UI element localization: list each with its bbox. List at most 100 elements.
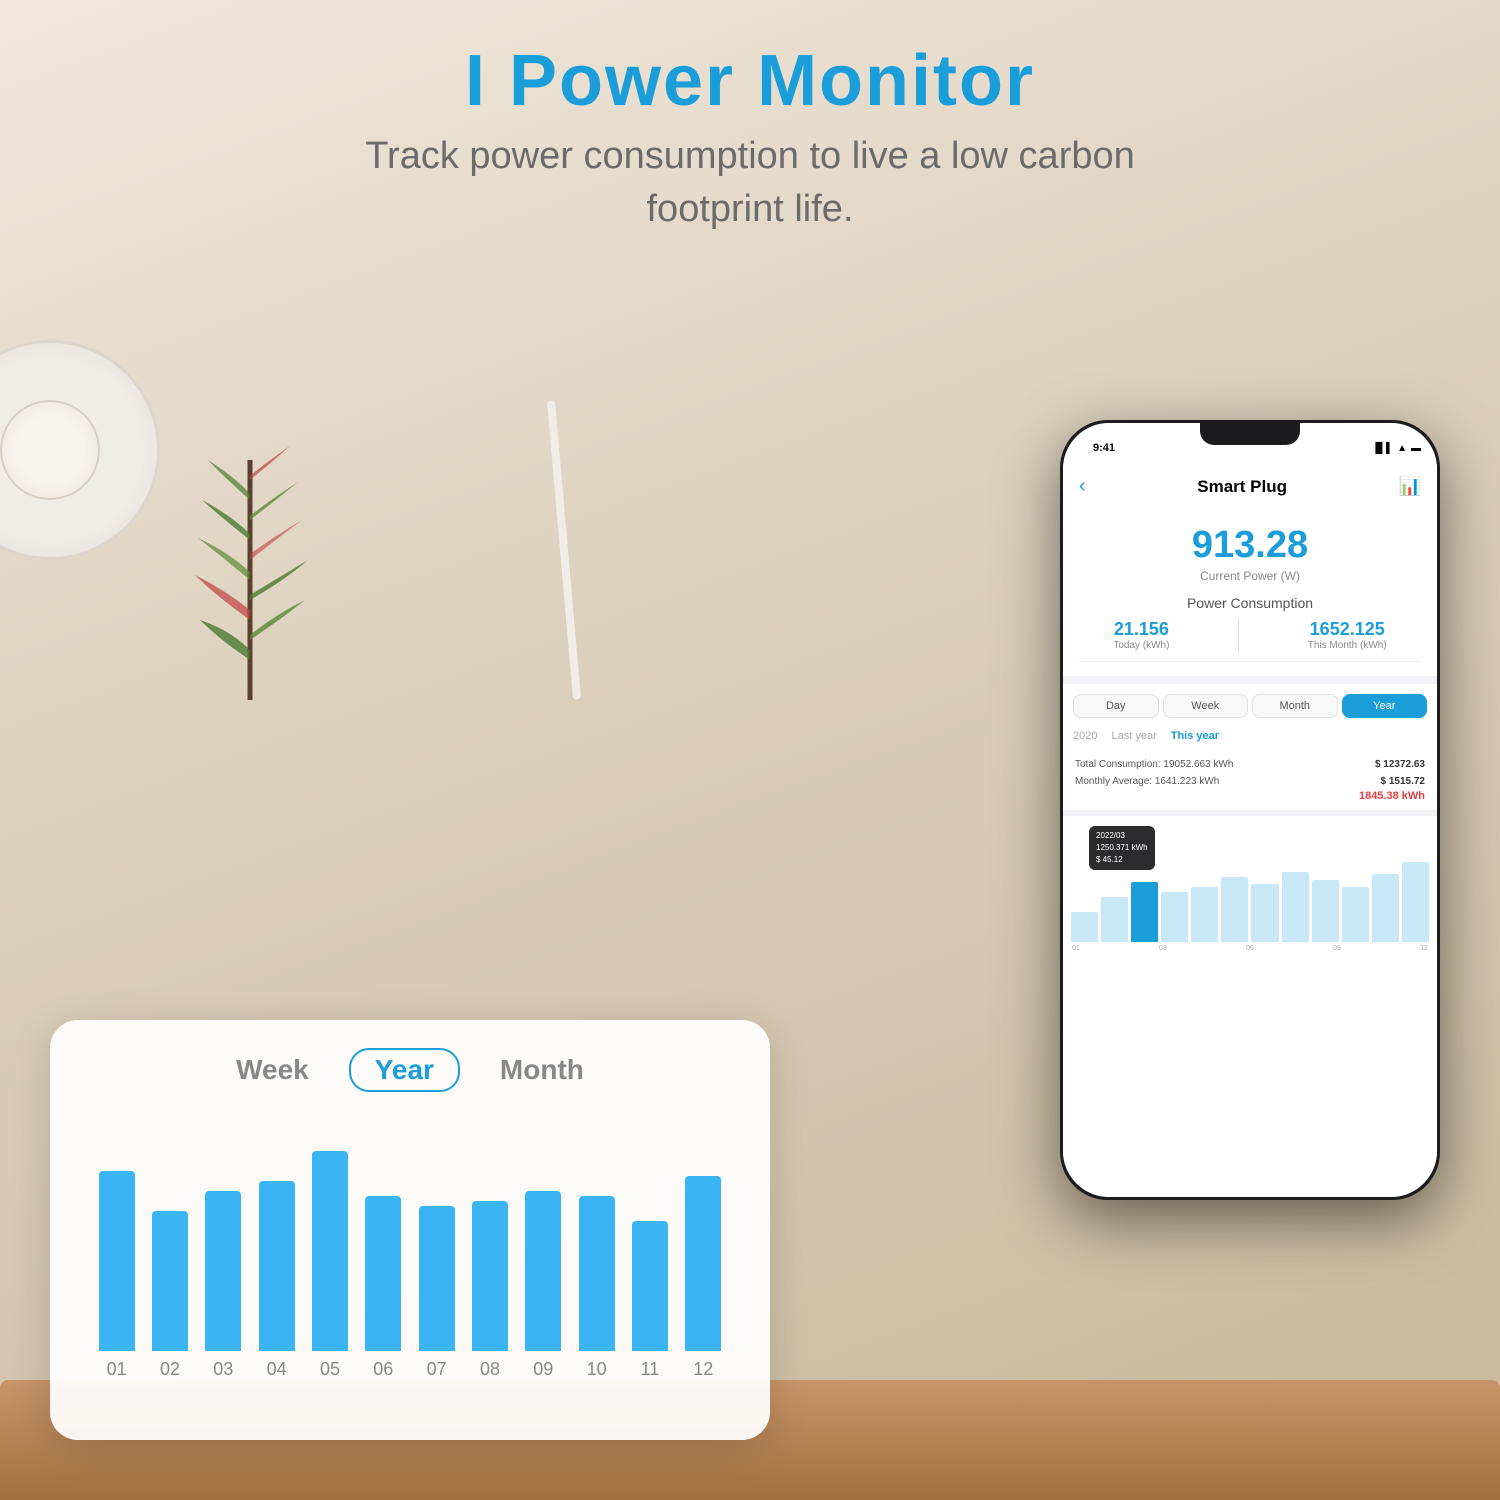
current-power-label: Current Power (W)	[1079, 569, 1421, 583]
bar-08	[472, 1201, 508, 1351]
bar-label: 02	[160, 1359, 180, 1380]
phone-mockup: 9:41 ▐▌▌ ▲ ▬ ‹ Smart Plug 📊 913.28 Curre…	[1060, 420, 1440, 1200]
bar-column: 06	[357, 1196, 410, 1380]
consumption-row: 21.156 Today (kWh) 1652.125 This Month (…	[1079, 619, 1421, 662]
month-label: This Month (kWh)	[1308, 640, 1387, 651]
total-consumption-row: Total Consumption: 19052.663 kWh $ 12372…	[1075, 756, 1425, 773]
year-2020[interactable]: 2020	[1073, 730, 1097, 742]
phone-body: 9:41 ▐▌▌ ▲ ▬ ‹ Smart Plug 📊 913.28 Curre…	[1060, 420, 1440, 1200]
chart-tab-week[interactable]: Week	[236, 1054, 309, 1086]
bar-label: 11	[641, 1359, 660, 1380]
year-this[interactable]: This year	[1171, 730, 1219, 742]
mini-bar-3	[1161, 892, 1188, 942]
year-last[interactable]: Last year	[1111, 730, 1156, 742]
chart-card: Week Year Month 01 02 03 04 05 06 07 08 09 10 11 12	[50, 1020, 770, 1440]
chart-tooltip: 2022/03 1250.371 kWh $ 45.12	[1089, 826, 1155, 870]
header-section: I Power Monitor Track power consumption …	[0, 40, 1500, 236]
bar-07	[419, 1206, 455, 1351]
current-power-value: 913.28	[1079, 524, 1421, 567]
page-title: I Power Monitor	[0, 40, 1500, 122]
today-consumption: 21.156 Today (kWh)	[1113, 619, 1169, 651]
bar-06	[365, 1196, 401, 1351]
bar-04	[259, 1181, 295, 1351]
time-tabs: Day Week Month Year	[1063, 684, 1437, 724]
mini-bars	[1071, 862, 1429, 942]
year-nav: 2020 Last year This year	[1063, 724, 1437, 748]
mini-bar-9	[1342, 887, 1369, 942]
total-value: $ 12372.63	[1375, 759, 1425, 770]
bar-03	[205, 1191, 241, 1351]
mini-bar-7	[1282, 872, 1309, 942]
phone-screen: 9:41 ▐▌▌ ▲ ▬ ‹ Smart Plug 📊 913.28 Curre…	[1063, 423, 1437, 1197]
bar-column: 12	[677, 1176, 730, 1380]
page-subtitle: Track power consumption to live a low ca…	[0, 130, 1500, 236]
status-time: 9:41	[1093, 442, 1115, 454]
mini-bar-4	[1191, 887, 1218, 942]
month-consumption: 1652.125 This Month (kWh)	[1308, 619, 1387, 651]
total-label: Total Consumption: 19052.663 kWh	[1075, 759, 1233, 770]
mini-bar-labels: 01 03 06 09 12	[1071, 945, 1429, 952]
chart-tab-month[interactable]: Month	[500, 1054, 584, 1086]
stats-section: Total Consumption: 19052.663 kWh $ 12372…	[1063, 748, 1437, 810]
bar-label: 10	[587, 1359, 607, 1380]
tab-day[interactable]: Day	[1073, 694, 1159, 718]
today-value: 21.156	[1113, 619, 1169, 640]
app-title: Smart Plug	[1086, 477, 1399, 497]
bar-09	[525, 1191, 561, 1351]
bar-label: 07	[427, 1359, 447, 1380]
bar-11	[632, 1221, 668, 1351]
back-button[interactable]: ‹	[1079, 475, 1086, 498]
signal-icon: ▐▌▌	[1372, 443, 1393, 454]
tab-week[interactable]: Week	[1163, 694, 1249, 718]
bar-column: 11	[623, 1221, 676, 1380]
power-section: 913.28 Current Power (W) Power Consumpti…	[1063, 510, 1437, 676]
bar-label: 12	[693, 1359, 713, 1380]
month-value: 1652.125	[1308, 619, 1387, 640]
bar-column: 01	[90, 1171, 143, 1380]
wifi-icon: ▲	[1397, 443, 1407, 454]
plant-decoration	[160, 380, 340, 720]
mini-bar-11	[1402, 862, 1429, 942]
bar-01	[99, 1171, 135, 1351]
mini-bar-2	[1131, 882, 1158, 942]
bar-label: 03	[213, 1359, 233, 1380]
tooltip-cost: $ 45.12	[1096, 854, 1148, 866]
phone-notch	[1200, 423, 1300, 445]
peak-value: 1845.38 kWh	[1075, 790, 1425, 802]
bar-column: 03	[197, 1191, 250, 1380]
avg-value: $ 1515.72	[1381, 776, 1426, 787]
bar-column: 09	[517, 1191, 570, 1380]
mini-bar-0	[1071, 912, 1098, 942]
bar-10	[579, 1196, 615, 1351]
mini-bar-10	[1372, 874, 1399, 942]
mini-bar-6	[1251, 884, 1278, 942]
tooltip-kwh: 1250.371 kWh	[1096, 842, 1148, 854]
mini-bar-1	[1101, 897, 1128, 942]
tab-month[interactable]: Month	[1252, 694, 1338, 718]
chart-tabs: Week Year Month	[86, 1048, 734, 1092]
tooltip-date: 2022/03	[1096, 830, 1148, 842]
bar-column: 08	[463, 1201, 516, 1380]
bar-column: 02	[143, 1211, 196, 1380]
bar-label: 05	[320, 1359, 340, 1380]
bar-column: 04	[250, 1181, 303, 1380]
mini-bar-8	[1312, 880, 1339, 942]
mini-chart: 2022/03 1250.371 kWh $ 45.12 01 03 06 09…	[1063, 816, 1437, 1197]
bar-column: 05	[303, 1151, 356, 1380]
bar-02	[152, 1211, 188, 1351]
bar-label: 08	[480, 1359, 500, 1380]
chart-icon[interactable]: 📊	[1399, 476, 1421, 497]
bar-label: 01	[107, 1359, 127, 1380]
bar-label: 04	[267, 1359, 287, 1380]
today-label: Today (kWh)	[1113, 640, 1169, 651]
bar-column: 07	[410, 1206, 463, 1380]
bar-05	[312, 1151, 348, 1351]
avg-label: Monthly Average: 1641.223 kWh	[1075, 776, 1219, 787]
divider	[1238, 619, 1239, 651]
status-bar: 9:41 ▐▌▌ ▲ ▬	[1063, 423, 1437, 465]
chart-tab-year[interactable]: Year	[349, 1048, 460, 1092]
mini-bar-5	[1221, 877, 1248, 942]
chart-bars: 01 02 03 04 05 06 07 08 09 10 11 12	[86, 1120, 734, 1380]
consumption-title: Power Consumption	[1079, 595, 1421, 611]
tab-year[interactable]: Year	[1342, 694, 1428, 718]
